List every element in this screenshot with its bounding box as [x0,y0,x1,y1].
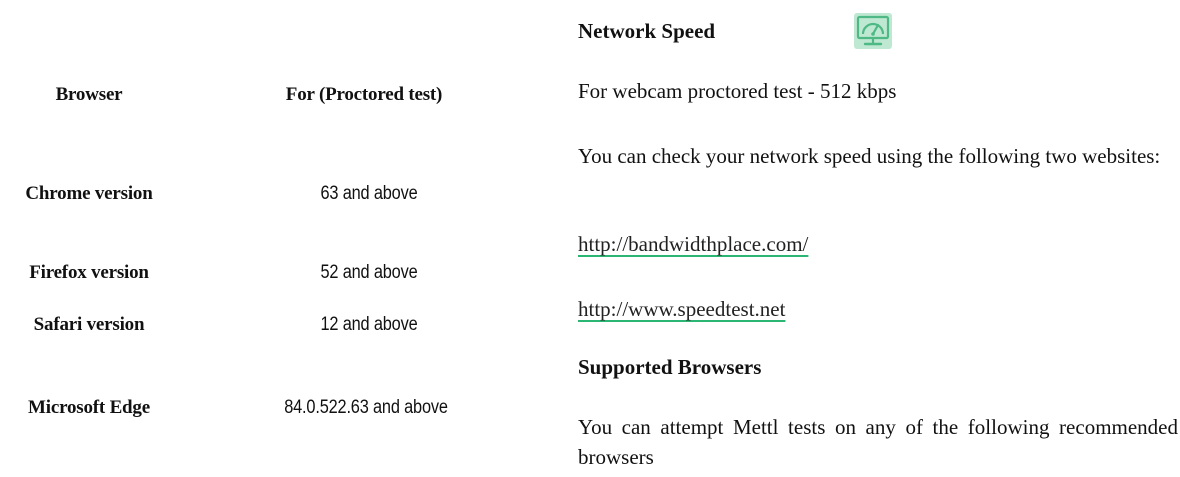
row-version-chrome: 63 and above [320,183,418,204]
row-version-safari: 12 and above [320,314,418,335]
row-version-firefox: 52 and above [320,262,418,283]
row-version-edge: 84.0.522.63 and above [284,397,448,418]
header-browser: Browser [55,84,123,105]
row-browser-firefox: Firefox version [29,262,149,283]
speedometer-monitor-icon [854,13,892,49]
supported-browsers-text: You can attempt Mettl tests on any of th… [578,415,1178,469]
header-version: For (Proctored test) [285,84,443,105]
bandwidthplace-link[interactable]: http://bandwidthplace.com/ [578,232,808,257]
network-requirement-text: For webcam proctored test - 512 kbps [578,79,897,103]
supported-browsers-heading: Supported Browsers [578,355,762,379]
info-panel: Network Speed For webcam proctored test … [578,0,1178,477]
browser-table: Browser For (Proctored test) Chrome vers… [0,0,540,477]
network-check-text: You can check your network speed using t… [578,144,1161,168]
network-speed-heading: Network Speed [578,19,716,43]
row-browser-edge: Microsoft Edge [28,397,150,418]
row-browser-safari: Safari version [33,314,145,335]
row-browser-chrome: Chrome version [25,183,153,204]
speedtest-link[interactable]: http://www.speedtest.net [578,297,785,322]
